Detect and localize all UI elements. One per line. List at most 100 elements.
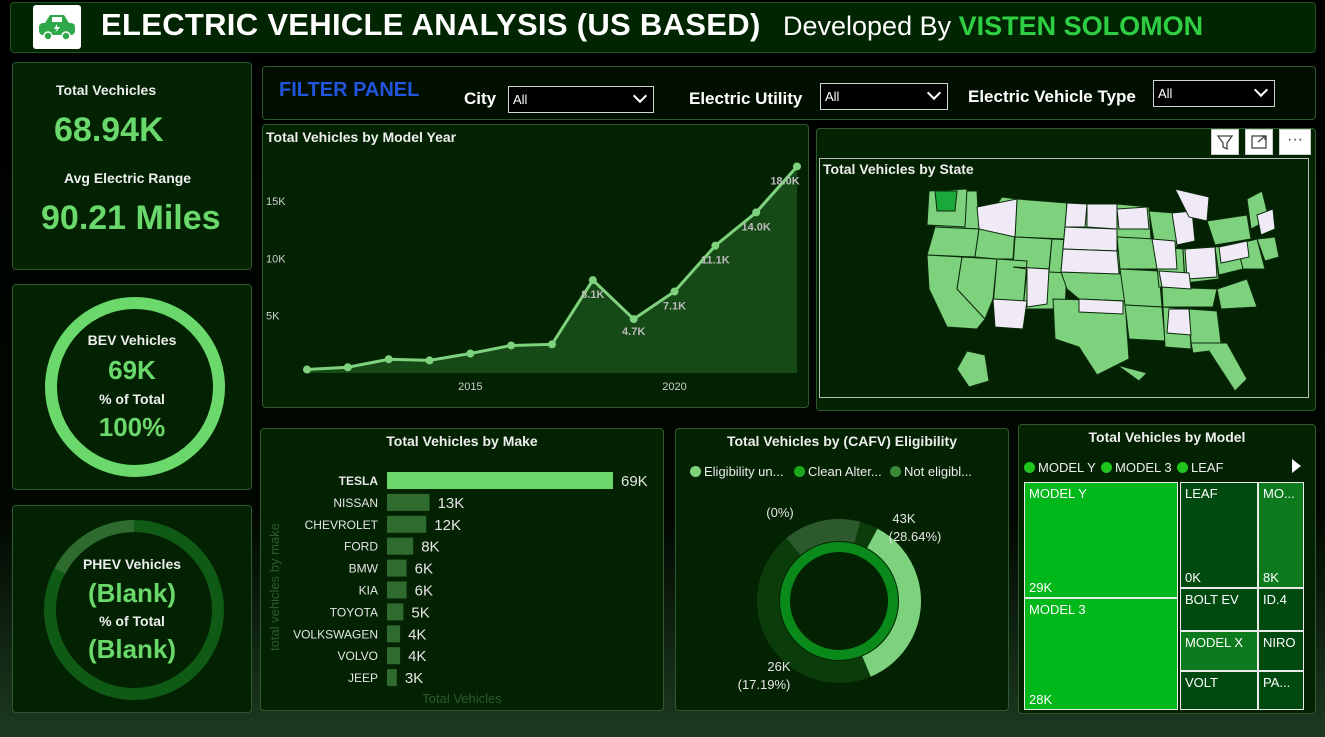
bar-value-label: 6K [415, 561, 433, 578]
cell-label: PA... [1263, 675, 1291, 690]
legend-dot-icon [1177, 462, 1188, 473]
bar-category-label: KIA [359, 584, 378, 598]
developer-prefix: Developed By [783, 11, 952, 41]
data-label: 14.0K [741, 221, 770, 233]
treemap-cell-model-y[interactable]: MODEL Y 29K [1024, 482, 1178, 598]
type-filter-label: Electric Vehicle Type [968, 87, 1136, 106]
treemap-cell-volt[interactable]: VOLT [1180, 671, 1258, 710]
bar-value-label: 69K [621, 473, 648, 490]
developer-name: VISTEN SOLOMON [958, 11, 1204, 41]
city-dropdown[interactable]: All [508, 86, 654, 113]
y-tick-label: 5K [266, 311, 280, 323]
bev-value: 69K [108, 355, 156, 385]
avg-range-label: Avg Electric Range [64, 170, 192, 186]
legend-next-arrow-icon[interactable] [1292, 459, 1301, 473]
treemap-legend-item-1[interactable]: MODEL Y [1024, 460, 1096, 475]
bev-pct-value: 100% [98, 412, 166, 442]
chevron-down-icon [632, 88, 648, 104]
data-label: 18.0K [770, 175, 799, 187]
data-point [507, 341, 516, 350]
cafv-chart: Total Vehicles by (CAFV) Eligibility Eli… [675, 428, 1009, 711]
bar [387, 581, 407, 599]
cell-label: ID.4 [1263, 592, 1287, 607]
data-point [384, 355, 393, 364]
bar [387, 537, 414, 555]
treemap-cell-pacifica[interactable]: PA... [1258, 671, 1304, 710]
cell-value: 28K [1029, 692, 1053, 707]
bev-label: BEV Vehicles [87, 332, 177, 348]
bar-value-label: 6K [415, 583, 433, 600]
donut-label-pct: (28.64%) [889, 529, 942, 544]
bar-category-label: FORD [344, 540, 378, 554]
utility-dropdown[interactable]: All [820, 83, 948, 110]
legend-dot-icon [1024, 462, 1035, 473]
bar [387, 493, 430, 511]
city-dropdown-value: All [513, 92, 528, 107]
phev-pct-value: (Blank) [87, 634, 177, 664]
treemap-legend-item-2[interactable]: MODEL 3 [1101, 460, 1172, 475]
state-map-card: ··· Total Vehicles by State [816, 128, 1316, 411]
bar-category-label: BMW [349, 562, 379, 576]
us-state-map[interactable] [817, 129, 1317, 412]
donut-label-pct: (0%) [766, 505, 793, 520]
bar-value-label: 13K [438, 495, 465, 512]
bar-category-label: TOYOTA [330, 605, 378, 619]
bar-category-label: JEEP [348, 671, 378, 685]
cafv-donut-plot: 43K (28.64%) (0%) 26K (17.19%) [738, 505, 942, 692]
treemap-cell-niro[interactable]: NIRO [1258, 631, 1304, 671]
treemap-cell-leaf[interactable]: LEAF 0K [1180, 482, 1258, 588]
data-label: 11.1K [701, 255, 730, 267]
y-tick-label: 10K [266, 253, 286, 265]
bar [387, 472, 613, 489]
cell-label: BOLT EV [1185, 592, 1239, 607]
cell-label: LEAF [1185, 486, 1218, 501]
bar [387, 625, 401, 643]
bar-category-label: CHEVROLET [305, 518, 379, 532]
total-vehicles-label: Total Vechicles [56, 82, 157, 98]
utility-filter-label: Electric Utility [689, 89, 803, 108]
phev-value: (Blank) [87, 578, 177, 608]
y-tick-label: 15K [266, 196, 286, 208]
donut-label-value: 43K [892, 511, 915, 526]
treemap-legend-item-3[interactable]: LEAF [1177, 460, 1224, 475]
treemap-cell-model-x[interactable]: MODEL X [1180, 631, 1258, 671]
type-dropdown[interactable]: All [1153, 80, 1275, 107]
treemap-cell-id4[interactable]: ID.4 [1258, 588, 1304, 631]
bar-category-label: VOLVO [338, 649, 378, 663]
treemap-cell-model-s[interactable]: MO... 8K [1258, 482, 1304, 588]
cell-label: MODEL 3 [1029, 602, 1086, 617]
bar-value-label: 8K [421, 539, 439, 556]
bar [387, 669, 397, 687]
ev-car-logo-icon [33, 5, 81, 49]
model-treemap-card: Total Vehicles by Model MODEL Y MODEL 3 … [1018, 424, 1316, 714]
kpi-card: Total Vechicles 68.94K Avg Electric Rang… [12, 62, 252, 270]
legend-label: MODEL Y [1038, 460, 1096, 475]
bar-value-label: 12K [434, 517, 461, 534]
city-filter-label: City [464, 89, 497, 108]
cell-label: MO... [1263, 486, 1295, 501]
data-label: 7.1K [663, 301, 686, 313]
treemap-cell-bolt-ev[interactable]: BOLT EV [1180, 588, 1258, 631]
bar [387, 647, 401, 665]
phev-label: PHEV Vehicles [82, 556, 182, 572]
bar-value-label: 3K [405, 670, 423, 687]
bar [387, 603, 404, 621]
treemap-cell-model-3[interactable]: MODEL 3 28K [1024, 598, 1178, 710]
utility-dropdown-value: All [825, 89, 840, 104]
make-chart: Total Vehicles by Make total vehicles by… [260, 428, 664, 711]
bar-category-label: NISSAN [333, 496, 378, 510]
dashboard-title: ELECTRIC VEHICLE ANALYSIS (US BASED) [101, 7, 761, 42]
phev-gauge-card: PHEV Vehicles (Blank) % of Total (Blank) [12, 505, 252, 713]
data-point [588, 276, 597, 285]
cell-label: NIRO [1263, 635, 1296, 650]
header-bar: ELECTRIC VEHICLE ANALYSIS (US BASED) Dev… [10, 2, 1316, 53]
developer-credit: Developed By VISTEN SOLOMON [783, 11, 1203, 42]
bar-value-label: 4K [408, 626, 426, 643]
cell-label: MODEL Y [1029, 486, 1087, 501]
cell-label: VOLT [1185, 675, 1218, 690]
data-label: 4.7K [622, 326, 645, 338]
bar-value-label: 4K [408, 648, 426, 665]
data-point [548, 340, 556, 349]
donut-label-pct: (17.19%) [738, 677, 791, 692]
filter-panel-title: FILTER PANEL [279, 79, 420, 101]
